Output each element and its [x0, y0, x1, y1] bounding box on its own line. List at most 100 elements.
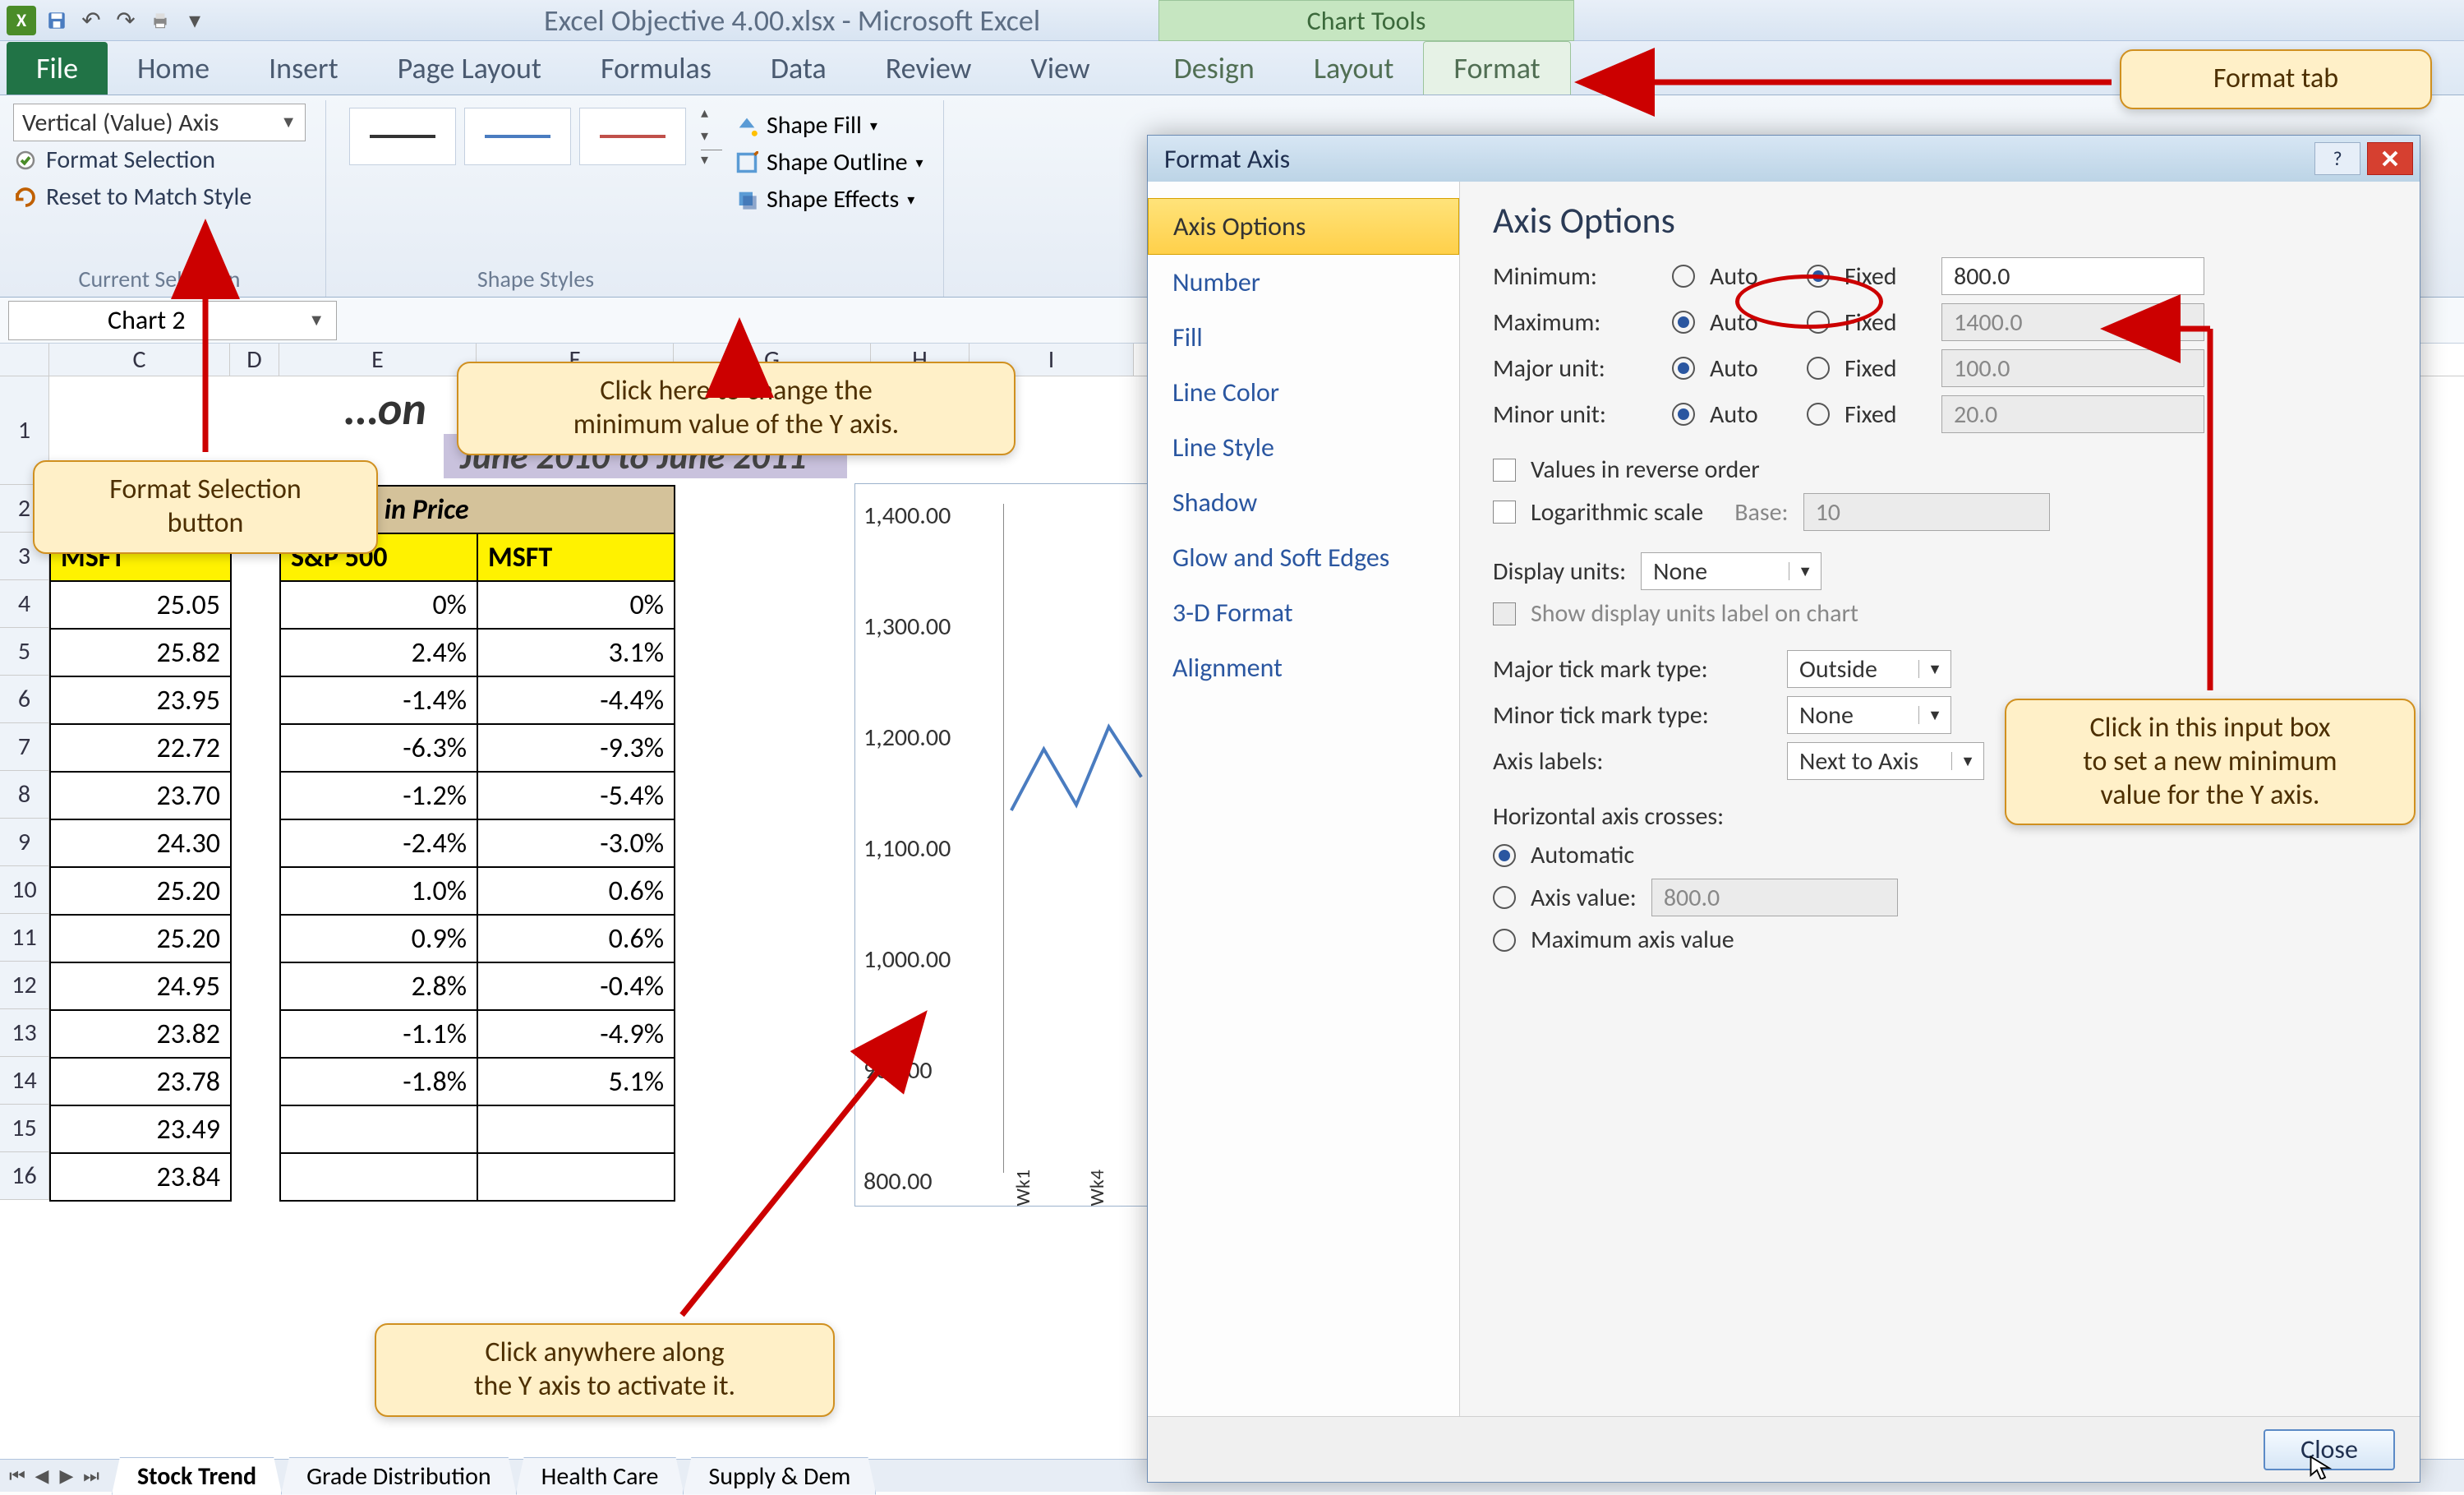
cell-price[interactable]: 24.30 [50, 819, 231, 867]
tab-formulas[interactable]: Formulas [571, 42, 741, 95]
cell-sp500[interactable]: -6.3% [280, 724, 477, 772]
qat-save-icon[interactable] [43, 7, 71, 35]
axis-minimum-fixed-radio[interactable] [1807, 265, 1830, 288]
cell-sp500[interactable]: 2.8% [280, 962, 477, 1010]
major-tick-select[interactable]: Outside ▼ [1787, 650, 1951, 688]
qat-print-icon[interactable] [146, 7, 174, 35]
dialog-nav-item[interactable]: Glow and Soft Edges [1148, 530, 1459, 585]
tab-data[interactable]: Data [741, 42, 856, 95]
sheet-nav-next-icon[interactable]: ▶ [56, 1465, 77, 1487]
sheet-nav-arrows[interactable]: ⏮ ◀ ▶ ⏭ [7, 1465, 112, 1487]
dialog-nav-item[interactable]: 3-D Format [1148, 585, 1459, 640]
shape-fill-button[interactable]: Shape Fill ▾ [735, 108, 923, 142]
sheet-nav-last-icon[interactable]: ⏭ [81, 1465, 102, 1487]
dialog-help-button[interactable]: ? [2314, 142, 2360, 175]
sheet-tab-health-care[interactable]: Health Care [516, 1457, 684, 1495]
sheet-nav-prev-icon[interactable]: ◀ [31, 1465, 53, 1487]
reset-match-style-button[interactable]: Reset to Match Style [13, 178, 306, 215]
cell-msft[interactable] [477, 1105, 675, 1153]
row-header[interactable]: 10 [0, 866, 49, 914]
axis-major-fixed-radio[interactable] [1807, 357, 1830, 380]
axis-minor-auto-radio[interactable] [1672, 403, 1695, 426]
row-header[interactable]: 9 [0, 819, 49, 866]
cell-sp500[interactable] [280, 1153, 477, 1201]
tab-file[interactable]: File [7, 42, 108, 95]
minor-tick-select[interactable]: None ▼ [1787, 696, 1951, 734]
cell-price[interactable]: 25.20 [50, 867, 231, 915]
format-selection-button[interactable]: Format Selection [13, 141, 306, 178]
crosses-max-radio[interactable] [1493, 929, 1516, 952]
cell-msft[interactable]: 3.1% [477, 629, 675, 676]
qat-redo-icon[interactable]: ↷ [112, 7, 140, 35]
cell-sp500[interactable]: 0% [280, 581, 477, 629]
cell-sp500[interactable] [280, 1105, 477, 1153]
cell-price[interactable]: 23.84 [50, 1153, 231, 1201]
row-header[interactable]: 15 [0, 1105, 49, 1152]
row-header[interactable]: 11 [0, 914, 49, 962]
row-header[interactable]: 16 [0, 1152, 49, 1200]
cell-price[interactable]: 23.70 [50, 772, 231, 819]
dialog-nav-item[interactable]: Line Color [1148, 365, 1459, 420]
shape-style-preset-2[interactable] [464, 108, 571, 165]
tab-review[interactable]: Review [856, 42, 1002, 95]
dialog-nav-item[interactable]: Line Style [1148, 420, 1459, 475]
cell-msft[interactable]: -3.0% [477, 819, 675, 867]
row-header[interactable]: 14 [0, 1057, 49, 1105]
cell-price[interactable]: 25.05 [50, 581, 231, 629]
row-header[interactable]: 6 [0, 676, 49, 723]
cell-price[interactable]: 23.78 [50, 1058, 231, 1105]
cell-price[interactable]: 23.49 [50, 1105, 231, 1153]
row-header[interactable]: 7 [0, 723, 49, 771]
row-header[interactable]: 4 [0, 580, 49, 628]
cell-sp500[interactable]: 2.4% [280, 629, 477, 676]
shape-effects-button[interactable]: Shape Effects ▾ [735, 182, 923, 216]
row-header[interactable]: 13 [0, 1009, 49, 1057]
cell-sp500[interactable]: -1.4% [280, 676, 477, 724]
values-reverse-checkbox[interactable] [1493, 459, 1516, 482]
axis-major-auto-radio[interactable] [1672, 357, 1695, 380]
crosses-value-radio[interactable] [1493, 886, 1516, 909]
col-header-C[interactable]: C [49, 344, 230, 376]
shape-style-preset-3[interactable] [579, 108, 686, 165]
cell-price[interactable]: 25.20 [50, 915, 231, 962]
cell-price[interactable]: 23.82 [50, 1010, 231, 1058]
cell-msft[interactable]: 0.6% [477, 867, 675, 915]
row-header[interactable]: 12 [0, 962, 49, 1009]
dialog-nav-item[interactable]: Number [1148, 255, 1459, 310]
display-units-select[interactable]: None ▼ [1641, 552, 1822, 590]
tab-format[interactable]: Format [1423, 41, 1570, 95]
chart-plot-area[interactable] [1003, 504, 1149, 1173]
shape-styles-gallery-more[interactable]: ▴▾▾ [694, 104, 722, 168]
sheet-nav-first-icon[interactable]: ⏮ [7, 1465, 28, 1487]
name-box[interactable]: Chart 2 ▼ [8, 301, 337, 340]
dialog-title-bar[interactable]: Format Axis ? [1148, 136, 2420, 182]
cell-msft[interactable]: -5.4% [477, 772, 675, 819]
tab-layout[interactable]: Layout [1284, 42, 1424, 95]
tab-insert[interactable]: Insert [239, 42, 368, 95]
sheet-tab-stock-trend[interactable]: Stock Trend [112, 1457, 282, 1495]
dialog-nav-item[interactable]: Fill [1148, 310, 1459, 365]
log-scale-checkbox[interactable] [1493, 501, 1516, 524]
cell-msft[interactable]: -4.4% [477, 676, 675, 724]
cell-msft[interactable] [477, 1153, 675, 1201]
cell-msft[interactable]: -0.4% [477, 962, 675, 1010]
axis-minimum-input[interactable]: 800.0 [1941, 257, 2204, 295]
cell-msft[interactable]: 0.6% [477, 915, 675, 962]
cell-sp500[interactable]: 1.0% [280, 867, 477, 915]
qat-customize-icon[interactable]: ▾ [181, 7, 209, 35]
cell-sp500[interactable]: 0.9% [280, 915, 477, 962]
sheet-tab-supply-dem[interactable]: Supply & Dem [683, 1457, 876, 1495]
axis-minor-fixed-radio[interactable] [1807, 403, 1830, 426]
row-header[interactable]: 8 [0, 771, 49, 819]
shape-style-preset-1[interactable] [349, 108, 456, 165]
dialog-close-x-button[interactable] [2367, 142, 2413, 175]
cell-msft[interactable]: -4.9% [477, 1010, 675, 1058]
cell-msft[interactable]: 0% [477, 581, 675, 629]
tab-home[interactable]: Home [108, 42, 239, 95]
tab-view[interactable]: View [1001, 42, 1119, 95]
qat-undo-icon[interactable]: ↶ [77, 7, 105, 35]
col-header-E[interactable]: E [279, 344, 477, 376]
dialog-nav-item[interactable]: Alignment [1148, 640, 1459, 695]
dialog-nav-item[interactable]: Axis Options [1148, 198, 1459, 255]
chart-element-selector[interactable]: Vertical (Value) Axis ▼ [13, 104, 306, 141]
